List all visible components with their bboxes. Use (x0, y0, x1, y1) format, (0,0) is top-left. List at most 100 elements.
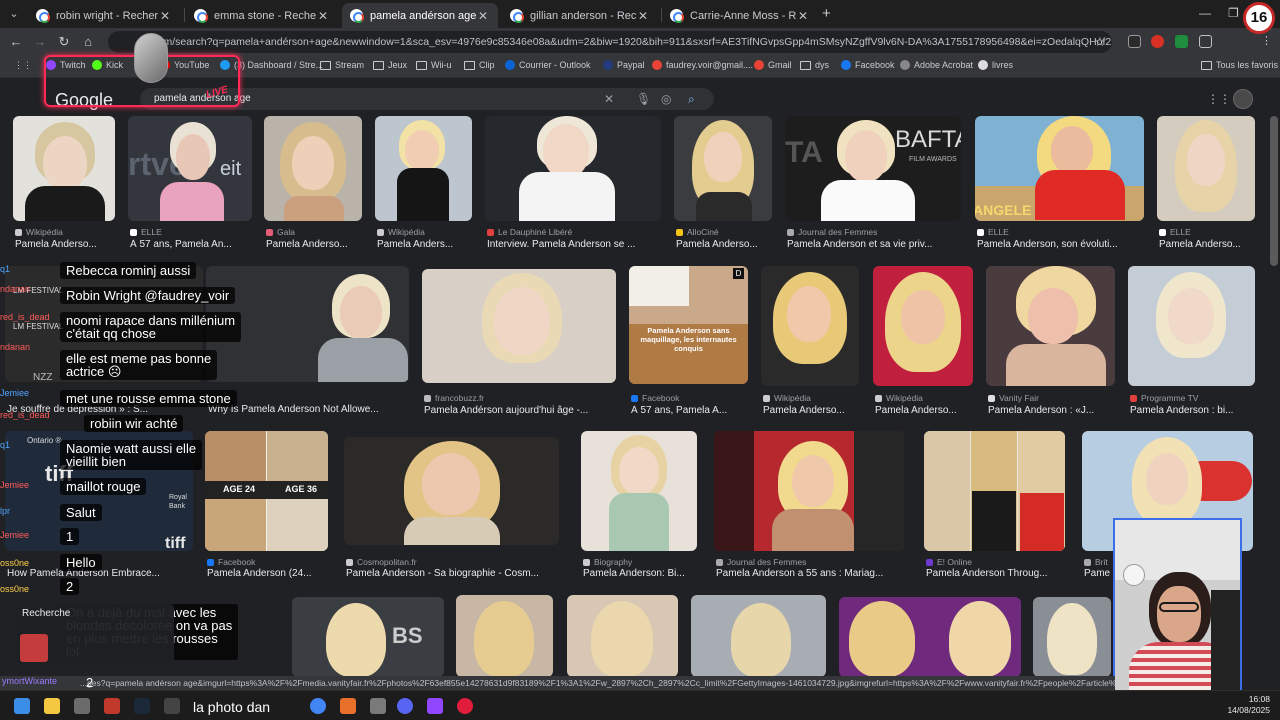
close-tab-icon[interactable]: ✕ (476, 9, 490, 23)
tab-robin-wright[interactable]: robin wright - Recherche Google ✕ (28, 3, 180, 28)
address-bar[interactable]: …m/search?q=pamela+andérson+age&newwindo… (108, 31, 1112, 53)
extensions-puzzle-icon[interactable] (1199, 35, 1212, 48)
bookmark-star-icon[interactable]: ☆ (1092, 34, 1108, 50)
bookmark-dashboard[interactable]: (3) Dashboard / Stre... (220, 60, 323, 70)
close-tab-icon[interactable]: ✕ (796, 9, 810, 23)
google-favicon-icon (194, 9, 208, 23)
result-source: francobuzz.fr (424, 393, 618, 403)
result-source: Vanity Fair (988, 393, 1117, 403)
result-source: Wikipédia (377, 227, 474, 237)
tab-pamela-anderson[interactable]: pamela andérson age - Recherche ✕ (342, 3, 498, 28)
windows-start-icon[interactable] (14, 698, 30, 714)
google-logo[interactable]: Google (55, 90, 113, 111)
back-icon[interactable]: ← (8, 34, 24, 50)
bookmark-gmail[interactable]: Gmail (754, 60, 792, 70)
bookmark-folder-wiiu[interactable]: Wii-u (416, 60, 452, 70)
tab-carrie-anne-moss[interactable]: Carrie-Anne Moss - Recherche ✕ (662, 3, 818, 28)
bookmark-label: Wii-u (431, 60, 452, 70)
minimize-icon[interactable]: — (1199, 6, 1211, 20)
chrome-icon[interactable] (310, 698, 326, 714)
app-icon[interactable] (164, 698, 180, 714)
bookmark-livres[interactable]: livres (978, 60, 1013, 70)
forward-icon[interactable]: → (32, 34, 48, 50)
bookmark-kick[interactable]: Kick (92, 60, 123, 70)
twitch-icon[interactable] (427, 698, 443, 714)
search-input[interactable]: pamela andérson age (140, 88, 714, 110)
app-icon[interactable] (104, 698, 120, 714)
recherche-title: Recherche (22, 608, 71, 619)
close-tab-icon[interactable]: ✕ (636, 9, 650, 23)
film-awards-text: FILM AWARDS (909, 156, 957, 163)
bookmark-facebook[interactable]: Facebook (841, 60, 895, 70)
google-header: Google pamela andérson age ✕ 🎙 ◎ ⌕ ⋮⋮⋮ (0, 79, 1280, 116)
result-caption: Pamela Anderso... (676, 239, 758, 250)
bookmark-label: livres (992, 60, 1014, 70)
avatar[interactable] (1233, 89, 1253, 109)
result-source: Cosmopolitan.fr (346, 557, 561, 567)
clear-search-icon[interactable]: ✕ (604, 92, 614, 106)
bookmark-label: dys (815, 60, 830, 70)
bookmark-gmail-account[interactable]: faudrey.voir@gmail.... (652, 60, 753, 70)
extension-icon[interactable] (1151, 35, 1164, 48)
result-source: Journal des Femmes (716, 557, 906, 567)
result-source: Wikipédia (15, 227, 117, 237)
tab-gillian-anderson[interactable]: gillian anderson - Recherche Go ✕ (502, 3, 658, 28)
reload-icon[interactable]: ↻ (56, 34, 72, 50)
search-icon[interactable]: ⌕ (688, 92, 695, 107)
result-source: Wikipédia (763, 393, 861, 403)
bookmark-all-folder[interactable]: Tous les favoris (1201, 60, 1278, 70)
bookmark-folder-clip[interactable]: Clip (464, 60, 495, 70)
discord-icon[interactable] (397, 698, 413, 714)
bookmark-label: Clip (479, 60, 495, 70)
app-icon[interactable] (370, 698, 386, 714)
recherche-thumbnail (20, 634, 48, 662)
app-icon[interactable] (457, 698, 473, 714)
result-source: Wikipédia (875, 393, 975, 403)
result-source: Biography (583, 557, 699, 567)
tab-search-icon[interactable]: ⌄ (6, 6, 22, 22)
result-source: ELLE (1159, 227, 1257, 237)
extension-icon[interactable] (1128, 35, 1141, 48)
link-status-bar: ...ges?q=pamela andérson age&imgurl=http… (0, 676, 1115, 690)
chat-message: 2 (86, 675, 94, 690)
file-explorer-icon[interactable] (44, 698, 60, 714)
tab-title: gillian anderson - Recherche Go (530, 9, 636, 22)
bookmark-folder-dys[interactable]: dys (800, 60, 829, 70)
bookmark-twitch[interactable]: Twitch (46, 60, 86, 70)
bookmark-adobe[interactable]: Adobe Acrobat (900, 60, 973, 70)
bookmark-label: Stream (335, 60, 365, 70)
apps-grid-icon[interactable]: ⋮⋮ (14, 60, 32, 71)
home-icon[interactable]: ⌂ (80, 34, 96, 50)
microphone-icon[interactable]: 🎙 (636, 92, 651, 106)
steam-icon[interactable] (134, 698, 150, 714)
chat-message: robiin wir achté (84, 415, 184, 432)
system-clock[interactable]: 16:08 14/08/2025 (1227, 694, 1270, 716)
scrollbar[interactable] (1270, 116, 1278, 266)
lens-icon[interactable]: ◎ (661, 92, 671, 106)
bookmark-paypal[interactable]: Paypal (603, 60, 645, 70)
google-favicon-icon (350, 9, 364, 23)
result-caption: Pamela Anderso... (266, 239, 348, 250)
result-source: ELLE (130, 227, 254, 237)
bookmark-youtube[interactable]: YouTube (160, 60, 209, 70)
close-tab-icon[interactable]: ✕ (158, 9, 172, 23)
bookmark-folder-jeux[interactable]: Jeux (373, 60, 407, 70)
extension-icon[interactable] (1175, 35, 1188, 48)
app-icon[interactable] (340, 698, 356, 714)
bookmark-label: Kick (106, 60, 124, 70)
new-tab-button[interactable]: + (822, 5, 831, 22)
app-icon[interactable] (74, 698, 90, 714)
bookmark-label: Adobe Acrobat (914, 60, 974, 70)
result-source: Gala (266, 227, 364, 237)
chat-message: 1 (60, 528, 80, 545)
close-tab-icon[interactable]: ✕ (316, 9, 330, 23)
maximize-icon[interactable]: ❐ (1228, 6, 1239, 20)
bookmark-outlook[interactable]: Courrier - Outlook (505, 60, 591, 70)
bookmark-folder-stream[interactable]: Stream (320, 60, 364, 70)
result-caption: Pamela Anderson Throug... (926, 568, 1048, 579)
menu-icon[interactable]: ⋮ (1260, 35, 1273, 48)
result-caption: À 57 ans, Pamela A... (631, 405, 728, 416)
bookmark-label: Paypal (617, 60, 645, 70)
tab-emma-stone[interactable]: emma stone - Recherche Google ✕ (186, 3, 338, 28)
bookmark-label: YouTube (174, 60, 210, 70)
